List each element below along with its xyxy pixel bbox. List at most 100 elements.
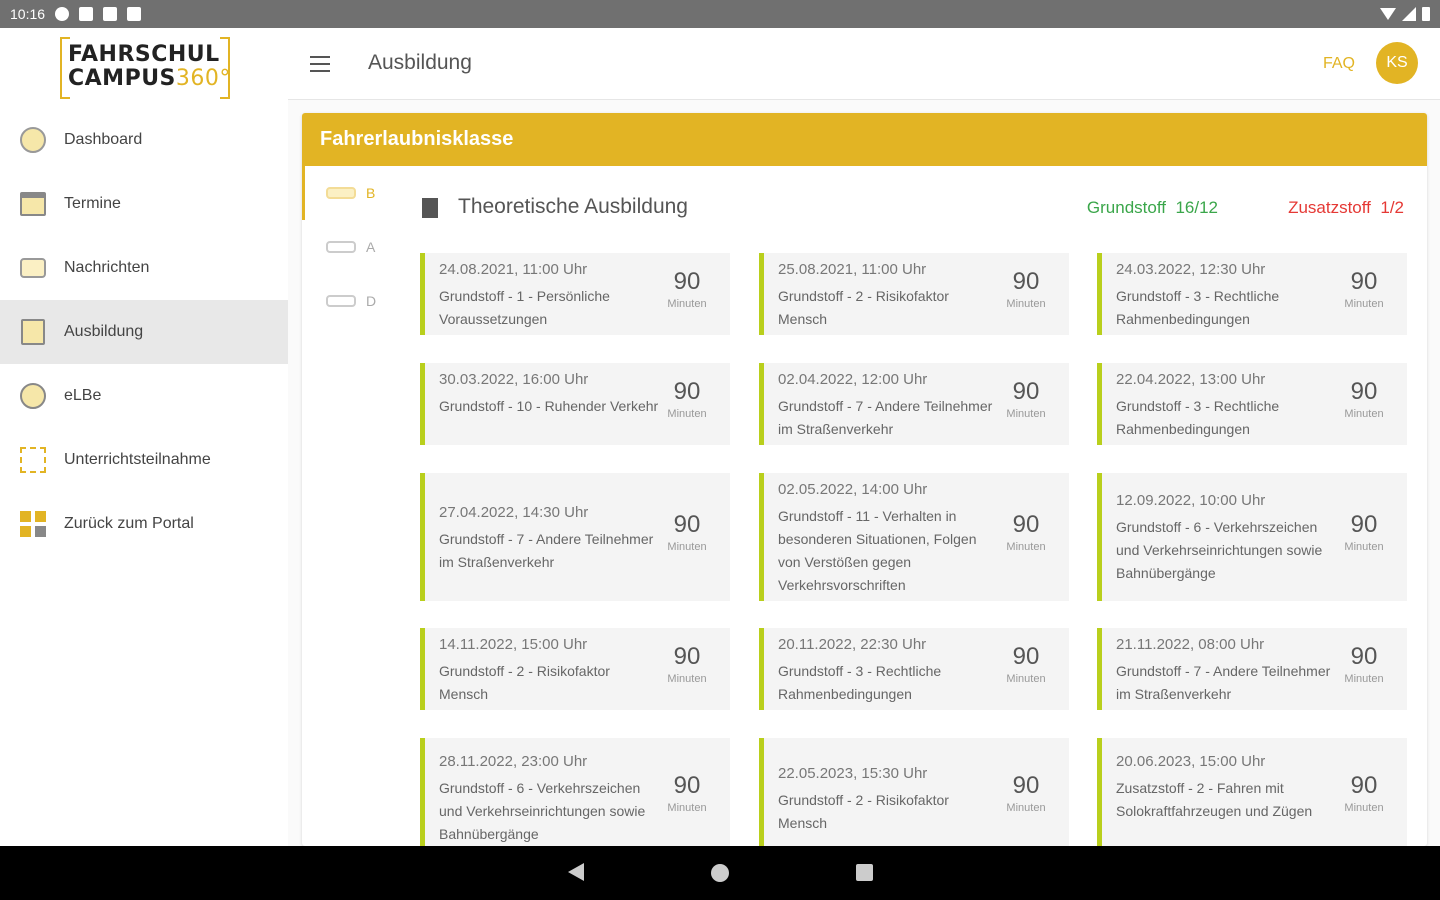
lesson-topic: Grundstoff - 7 - Andere Teilnehmer im St… — [1116, 662, 1331, 702]
lesson-duration: 90 Minuten — [1329, 643, 1399, 685]
menu-icon[interactable] — [310, 56, 330, 72]
app-logo[interactable]: FAHRSCHUL CAMPUS360° — [60, 36, 230, 100]
lesson-date: 30.03.2022, 16:00 Uhr — [439, 370, 589, 388]
duration-unit: Minuten — [1344, 298, 1384, 310]
lesson-duration: 90 Minuten — [1329, 511, 1399, 553]
grundstoff-value: 16/12 — [1175, 198, 1218, 217]
lesson-text: 24.03.2022, 12:30 Uhr Grundstoff - 3 - Re… — [1116, 258, 1336, 331]
lesson-text: 22.04.2022, 13:00 Uhr Grundstoff - 3 - Re… — [1116, 368, 1336, 441]
lesson-topic: Grundstoff - 6 - Verkehrszeichen und Ver… — [439, 780, 646, 842]
tab-class-a[interactable]: A — [302, 220, 394, 274]
duration-value: 90 — [1350, 378, 1378, 405]
duration-unit: Minuten — [667, 298, 707, 310]
sidebar-item-portal[interactable]: Zurück zum Portal — [0, 492, 288, 556]
lesson-text: 02.04.2022, 12:00 Uhr Grundstoff - 7 - An… — [778, 368, 998, 441]
home-icon[interactable] — [711, 864, 729, 882]
lesson-topic: Grundstoff - 3 - Rechtliche Rahmenbeding… — [1116, 287, 1280, 327]
lesson-text: 28.11.2022, 23:00 Uhr Grundstoff - 6 - Ve… — [439, 750, 659, 846]
duration-value: 90 — [673, 772, 701, 799]
logo-line2: CAMPUS360° — [68, 66, 230, 91]
duration-value: 90 — [673, 643, 701, 670]
lesson-card[interactable]: 22.04.2022, 13:00 Uhr Grundstoff - 3 - Re… — [1097, 363, 1407, 445]
lesson-card[interactable]: 22.05.2023, 15:30 Uhr Grundstoff - 2 - Ri… — [759, 738, 1069, 846]
card-title: Fahrerlaubnisklasse — [302, 113, 1427, 166]
status-bar: 10:16 — [0, 0, 1440, 28]
sidebar-item-label: Ausbildung — [64, 323, 144, 340]
lesson-duration: 90 Minuten — [652, 268, 722, 310]
duration-unit: Minuten — [667, 673, 707, 685]
lesson-topic: Grundstoff - 2 - Risikofaktor Mensch — [439, 662, 610, 702]
avatar[interactable]: KS — [1376, 42, 1418, 84]
lesson-card[interactable]: 02.04.2022, 12:00 Uhr Grundstoff - 7 - An… — [759, 363, 1069, 445]
duration-value: 90 — [673, 378, 701, 405]
lesson-card[interactable]: 28.11.2022, 23:00 Uhr Grundstoff - 6 - Ve… — [420, 738, 730, 846]
logo-word: CAMPUS — [68, 66, 176, 91]
lesson-text: 25.08.2021, 11:00 Uhr Grundstoff - 2 - Ri… — [778, 258, 998, 331]
duration-value: 90 — [1350, 268, 1378, 295]
lesson-text: 22.05.2023, 15:30 Uhr Grundstoff - 2 - Ri… — [778, 762, 998, 835]
lesson-text: 24.08.2021, 11:00 Uhr Grundstoff - 1 - Pe… — [439, 258, 659, 331]
duration-unit: Minuten — [1006, 408, 1046, 420]
sidebar-item-dashboard[interactable]: Dashboard — [0, 108, 288, 172]
sidebar-item-ausbildung[interactable]: Ausbildung — [0, 300, 288, 364]
lesson-topic: Grundstoff - 3 - Rechtliche Rahmenbeding… — [778, 662, 942, 702]
lesson-card[interactable]: 12.09.2022, 10:00 Uhr Grundstoff - 6 - Ve… — [1097, 473, 1407, 601]
lesson-card[interactable]: 20.11.2022, 22:30 Uhr Grundstoff - 3 - Re… — [759, 628, 1069, 710]
portal-grid-icon — [20, 511, 46, 537]
lesson-topic: Grundstoff - 2 - Risikofaktor Mensch — [778, 287, 949, 327]
lesson-topic: Grundstoff - 2 - Risikofaktor Mensch — [778, 791, 949, 831]
lesson-duration: 90 Minuten — [991, 378, 1061, 420]
lesson-card[interactable]: 21.11.2022, 08:00 Uhr Grundstoff - 7 - An… — [1097, 628, 1407, 710]
lesson-topic: Grundstoff - 3 - Rechtliche Rahmenbeding… — [1116, 397, 1280, 437]
logo-number: 360° — [175, 66, 231, 91]
duration-unit: Minuten — [1006, 298, 1046, 310]
duration-value: 90 — [673, 511, 701, 538]
duration-unit: Minuten — [1344, 802, 1384, 814]
duration-value: 90 — [1012, 772, 1040, 799]
zusatzstoff-value: 1/2 — [1380, 198, 1404, 217]
faq-link[interactable]: FAQ — [1323, 55, 1355, 73]
sidebar-item-label: Zurück zum Portal — [64, 515, 194, 532]
class-label: D — [366, 293, 377, 309]
duration-value: 90 — [1012, 268, 1040, 295]
lesson-card[interactable]: 27.04.2022, 14:30 Uhr Grundstoff - 7 - An… — [420, 473, 730, 601]
calendar-icon — [20, 192, 46, 216]
back-icon[interactable] — [568, 863, 584, 881]
lesson-date: 02.04.2022, 12:00 Uhr — [778, 370, 928, 388]
car-icon — [326, 187, 356, 199]
app-notification-icon — [79, 7, 94, 21]
duration-value: 90 — [1012, 378, 1040, 405]
sidebar-item-label: Nachrichten — [64, 259, 150, 276]
lesson-card[interactable]: 30.03.2022, 16:00 Uhr Grundstoff - 10 - R… — [420, 363, 730, 445]
lesson-topic: Grundstoff - 7 - Andere Teilnehmer im St… — [778, 397, 993, 437]
duration-unit: Minuten — [667, 802, 707, 814]
lesson-card[interactable]: 25.08.2021, 11:00 Uhr Grundstoff - 2 - Ri… — [759, 253, 1069, 335]
lesson-duration: 90 Minuten — [991, 268, 1061, 310]
grundstoff-label: Grundstoff — [1086, 198, 1166, 217]
sidebar-item-nachrichten[interactable]: Nachrichten — [0, 236, 288, 300]
battery-icon — [1422, 7, 1430, 21]
lesson-date: 14.11.2022, 15:00 Uhr — [439, 635, 588, 653]
lesson-card[interactable]: 14.11.2022, 15:00 Uhr Grundstoff - 2 - Ri… — [420, 628, 730, 710]
lesson-text: 27.04.2022, 14:30 Uhr Grundstoff - 7 - An… — [439, 501, 659, 574]
lesson-card[interactable]: 24.08.2021, 11:00 Uhr Grundstoff - 1 - Pe… — [420, 253, 730, 335]
system-nav-bar — [0, 846, 1440, 900]
sidebar-item-elbe[interactable]: eLBe — [0, 364, 288, 428]
recents-icon[interactable] — [856, 864, 873, 881]
sidebar-item-label: Unterrichtsteilnahme — [64, 451, 211, 468]
sidebar-item-unterrichtsteilnahme[interactable]: Unterrichtsteilnahme — [0, 428, 288, 492]
tab-class-d[interactable]: D — [302, 274, 394, 328]
tab-class-b[interactable]: B — [302, 166, 394, 220]
lesson-duration: 90 Minuten — [1329, 268, 1399, 310]
lesson-card[interactable]: 20.06.2023, 15:00 Uhr Zusatzstoff - 2 - F… — [1097, 738, 1407, 846]
sidebar-item-label: Termine — [64, 195, 121, 212]
book-icon — [422, 198, 438, 218]
lesson-duration: 90 Minuten — [652, 511, 722, 553]
zusatzstoff-label: Zusatzstoff — [1288, 198, 1371, 217]
lesson-card[interactable]: 02.05.2022, 14:00 Uhr Grundstoff - 11 - V… — [759, 473, 1069, 601]
book-icon — [21, 319, 45, 345]
lesson-card[interactable]: 24.03.2022, 12:30 Uhr Grundstoff - 3 - Re… — [1097, 253, 1407, 335]
messages-icon — [20, 258, 46, 278]
sidebar-item-termine[interactable]: Termine — [0, 172, 288, 236]
lesson-date: 02.05.2022, 14:00 Uhr — [778, 480, 928, 498]
